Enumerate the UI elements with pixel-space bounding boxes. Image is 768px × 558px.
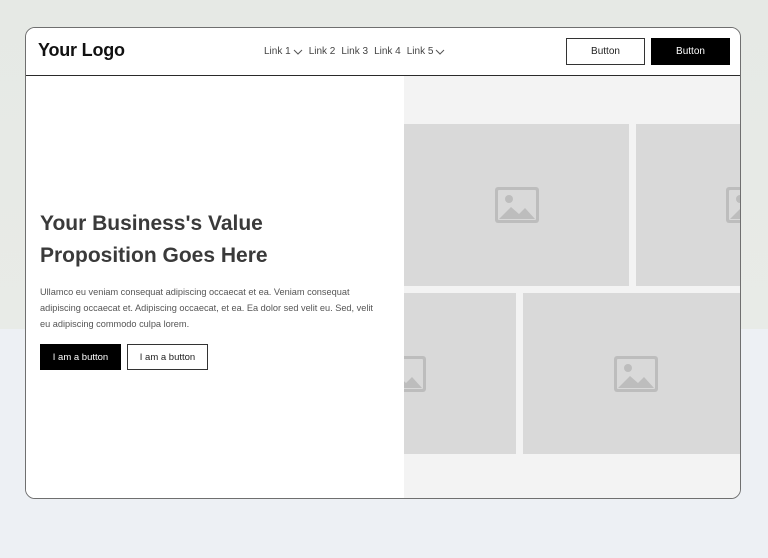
browser-window: Your Logo Link 1 Link 2 Link 3 Link 4 Li… [25, 27, 741, 499]
gallery-tile [636, 124, 740, 286]
site-logo[interactable]: Your Logo [38, 40, 125, 61]
hero-content: Your Business's Value Proposition Goes H… [26, 76, 404, 498]
nav-link-label: Link 2 [308, 46, 336, 57]
header-outline-button[interactable]: Button [566, 38, 645, 65]
nav-link-label: Link 4 [374, 46, 401, 57]
image-gallery [404, 76, 740, 498]
primary-cta-button[interactable]: I am a button [40, 344, 121, 370]
header-primary-button[interactable]: Button [651, 38, 730, 65]
gallery-tile [404, 124, 629, 286]
image-placeholder-icon [726, 187, 740, 223]
image-placeholder-icon [494, 187, 539, 223]
nav-link-label: Link 3 [341, 46, 369, 57]
hero-description: Ullamco eu veniam consequat adipiscing o… [40, 287, 373, 329]
nav-link-label: Link 1 [264, 46, 291, 57]
gallery-tile [404, 293, 516, 454]
chevron-down-icon [436, 49, 445, 55]
nav-link-2[interactable]: Link 2 [309, 46, 336, 57]
image-placeholder-icon [404, 355, 426, 392]
nav-link-4[interactable]: Link 4 [374, 46, 401, 57]
secondary-cta-button[interactable]: I am a button [127, 344, 208, 370]
hero-title: Your Business's Value Proposition Goes H… [40, 212, 268, 267]
image-placeholder-icon [613, 355, 658, 392]
site-header: Your Logo Link 1 Link 2 Link 3 Link 4 Li… [26, 28, 740, 76]
gallery-tile [523, 293, 740, 454]
main-nav: Link 1 Link 2 Link 3 Link 4 Link 5 [264, 46, 445, 57]
nav-link-3[interactable]: Link 3 [341, 46, 368, 57]
chevron-down-icon [293, 49, 303, 55]
nav-link-1[interactable]: Link 1 [264, 46, 303, 57]
nav-link-label: Link 5 [406, 46, 434, 57]
nav-link-5[interactable]: Link 5 [407, 46, 446, 57]
